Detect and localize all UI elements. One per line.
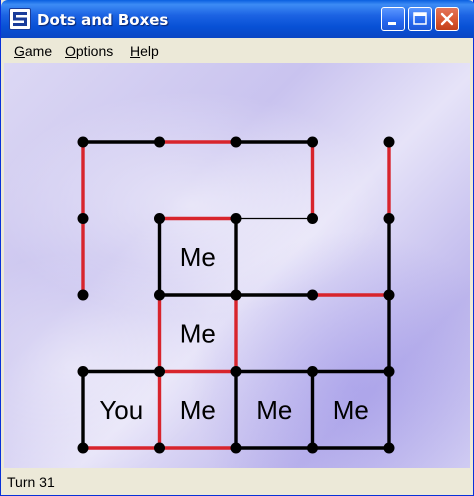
board-dot xyxy=(383,442,395,454)
menu-bar: Game Options Help xyxy=(4,38,470,63)
menu-help-label: elp xyxy=(140,43,159,59)
menu-game-mnemonic: G xyxy=(14,43,25,59)
minimize-button[interactable] xyxy=(381,7,405,31)
menu-help[interactable]: Help xyxy=(130,42,159,60)
menu-options-mnemonic: O xyxy=(65,43,76,59)
maximize-button[interactable] xyxy=(408,7,432,31)
board-dot xyxy=(154,136,165,148)
board-dot xyxy=(154,289,165,301)
board-dot xyxy=(230,136,242,148)
board-dot xyxy=(154,213,165,224)
board-dot xyxy=(77,442,89,454)
minimize-icon xyxy=(388,22,396,25)
menu-options-label: ptions xyxy=(75,43,114,59)
board-dot xyxy=(383,366,395,377)
board-dot xyxy=(307,366,318,377)
window-title: Dots and Boxes xyxy=(37,11,169,29)
board-dot xyxy=(230,366,242,377)
game-window: Dots and Boxes Game Options Help Me Me You… xyxy=(0,0,474,496)
board-dot xyxy=(307,136,318,148)
board-dot xyxy=(77,289,89,301)
board-dot xyxy=(230,213,242,224)
board-dot xyxy=(307,442,318,454)
box-owner-label: Me xyxy=(256,395,292,425)
close-button[interactable] xyxy=(435,7,459,31)
close-icon xyxy=(440,12,454,26)
board-dot xyxy=(307,213,318,224)
board-dot xyxy=(230,442,242,454)
board-dot xyxy=(77,366,89,377)
board-dot xyxy=(383,289,395,301)
box-owner-label: Me xyxy=(180,318,216,348)
board-dot xyxy=(383,136,395,148)
box-owner-label: Me xyxy=(333,395,369,425)
menu-game[interactable]: Game xyxy=(14,42,52,60)
board-dot xyxy=(307,289,318,301)
menu-help-mnemonic: H xyxy=(130,43,141,59)
app-icon[interactable] xyxy=(9,8,31,30)
board-dot xyxy=(383,213,395,224)
status-bar: Turn 31 xyxy=(4,468,470,494)
board-dot xyxy=(77,136,89,148)
title-bar[interactable]: Dots and Boxes xyxy=(1,0,474,38)
game-area: Me Me You Me Me Me xyxy=(4,63,470,468)
game-board[interactable]: Me Me You Me Me Me xyxy=(4,63,470,468)
turn-status: Turn 31 xyxy=(7,474,55,490)
board-dot xyxy=(154,366,165,377)
menu-options[interactable]: Options xyxy=(65,42,113,60)
board-dot xyxy=(230,289,242,301)
box-owner-label: You xyxy=(99,395,143,425)
board-dot xyxy=(154,442,165,454)
box-owner-label: Me xyxy=(180,395,216,425)
board-dot xyxy=(77,213,89,224)
box-owner-label: Me xyxy=(180,242,216,272)
maximize-icon xyxy=(413,12,427,25)
menu-game-label: ame xyxy=(24,43,53,59)
